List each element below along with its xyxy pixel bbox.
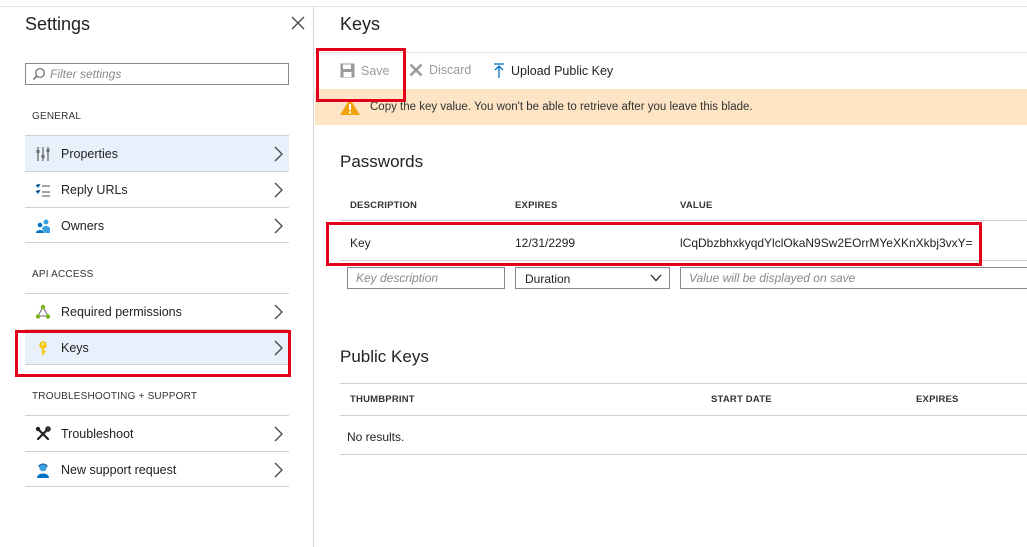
save-button[interactable]: Save — [340, 63, 390, 78]
sidebar-item-label: Properties — [61, 147, 118, 161]
chevron-down-icon — [650, 274, 662, 282]
key-value-input[interactable] — [680, 267, 1027, 289]
divider — [340, 220, 1027, 221]
warning-icon — [340, 99, 360, 115]
divider — [340, 415, 1027, 416]
passwords-heading: Passwords — [340, 152, 424, 171]
tools-icon — [35, 426, 51, 441]
settings-blade: Settings GENERAL Properties Reply URLs O… — [0, 7, 314, 547]
save-icon — [340, 63, 355, 78]
settings-title: Settings — [25, 14, 91, 34]
divider — [340, 454, 1027, 455]
sidebar-item-label: Troubleshoot — [61, 427, 134, 441]
sidebar-item-owners[interactable]: Owners — [25, 207, 289, 243]
chevron-right-icon — [274, 426, 283, 442]
chevron-right-icon — [274, 146, 283, 162]
close-icon[interactable] — [291, 16, 305, 30]
no-results-text: No results. — [347, 430, 405, 444]
support-person-icon — [37, 463, 49, 478]
sidebar-item-troubleshoot[interactable]: Troubleshoot — [25, 415, 289, 451]
discard-button[interactable]: Discard — [409, 63, 471, 77]
column-description: DESCRIPTION — [350, 200, 418, 211]
keys-title: Keys — [340, 14, 381, 34]
properties-icon — [36, 147, 50, 161]
duration-value: Duration — [525, 272, 571, 286]
search-icon — [33, 68, 45, 80]
key-value-field[interactable] — [681, 268, 1027, 288]
chevron-right-icon — [274, 182, 283, 198]
top-bar — [0, 0, 1027, 7]
sidebar-item-keys[interactable]: Keys — [25, 329, 289, 365]
sidebar-item-label: New support request — [61, 463, 177, 477]
column-expires: EXPIRES — [515, 200, 558, 211]
upload-icon — [494, 63, 504, 78]
key-icon — [39, 341, 47, 355]
sidebar-item-label: Keys — [61, 341, 89, 355]
chevron-right-icon — [274, 462, 283, 478]
sidebar-item-label: Reply URLs — [61, 183, 128, 197]
upload-public-key-button[interactable]: Upload Public Key — [493, 63, 613, 79]
duration-select[interactable]: Duration — [515, 267, 670, 289]
discard-icon — [409, 63, 423, 77]
sidebar-item-label: Required permissions — [61, 305, 182, 319]
divider — [340, 383, 1027, 384]
sidebar-item-new-support-request[interactable]: New support request — [25, 451, 289, 487]
list-icon — [35, 183, 50, 197]
chevron-right-icon — [274, 218, 283, 234]
discard-label: Discard — [429, 63, 472, 77]
owners-icon — [36, 219, 50, 233]
chevron-right-icon — [274, 340, 283, 356]
column-start-date: START DATE — [711, 394, 772, 405]
sidebar-item-label: Owners — [61, 219, 105, 233]
warning-text: Copy the key value. You won't be able to… — [370, 101, 753, 113]
filter-settings-input[interactable] — [25, 63, 289, 85]
permissions-icon — [35, 304, 51, 319]
key-expires: 12/31/2299 — [515, 236, 576, 250]
section-general: GENERAL — [32, 111, 82, 122]
toolbar: Save Discard Upload Public Key — [315, 52, 1027, 89]
public-keys-heading: Public Keys — [340, 347, 429, 366]
chevron-right-icon — [274, 304, 283, 320]
upload-label: Upload Public Key — [511, 64, 614, 78]
key-description-field[interactable] — [348, 268, 504, 288]
keys-blade: Keys Save Discard Upload Public Key Copy… — [315, 7, 1027, 547]
sidebar-item-required-permissions[interactable]: Required permissions — [25, 293, 289, 329]
save-label: Save — [361, 63, 390, 78]
key-value[interactable]: lCqDbzbhxkyqdYlclOkaN9Sw2EOrrMYeXKnXkbj3… — [680, 236, 973, 250]
column-expires: EXPIRES — [916, 394, 959, 405]
sidebar-item-properties[interactable]: Properties — [25, 135, 289, 171]
filter-settings-field[interactable] — [50, 66, 280, 82]
key-description: Key — [350, 236, 371, 250]
warning-banner: Copy the key value. You won't be able to… — [315, 89, 1027, 125]
section-troubleshooting: TROUBLESHOOTING + SUPPORT — [32, 391, 198, 402]
column-thumbprint: THUMBPRINT — [350, 394, 415, 405]
section-api-access: API ACCESS — [32, 269, 94, 280]
column-value: VALUE — [680, 200, 713, 211]
sidebar-item-reply-urls[interactable]: Reply URLs — [25, 171, 289, 207]
key-description-input[interactable] — [347, 267, 505, 289]
divider — [340, 260, 1027, 261]
